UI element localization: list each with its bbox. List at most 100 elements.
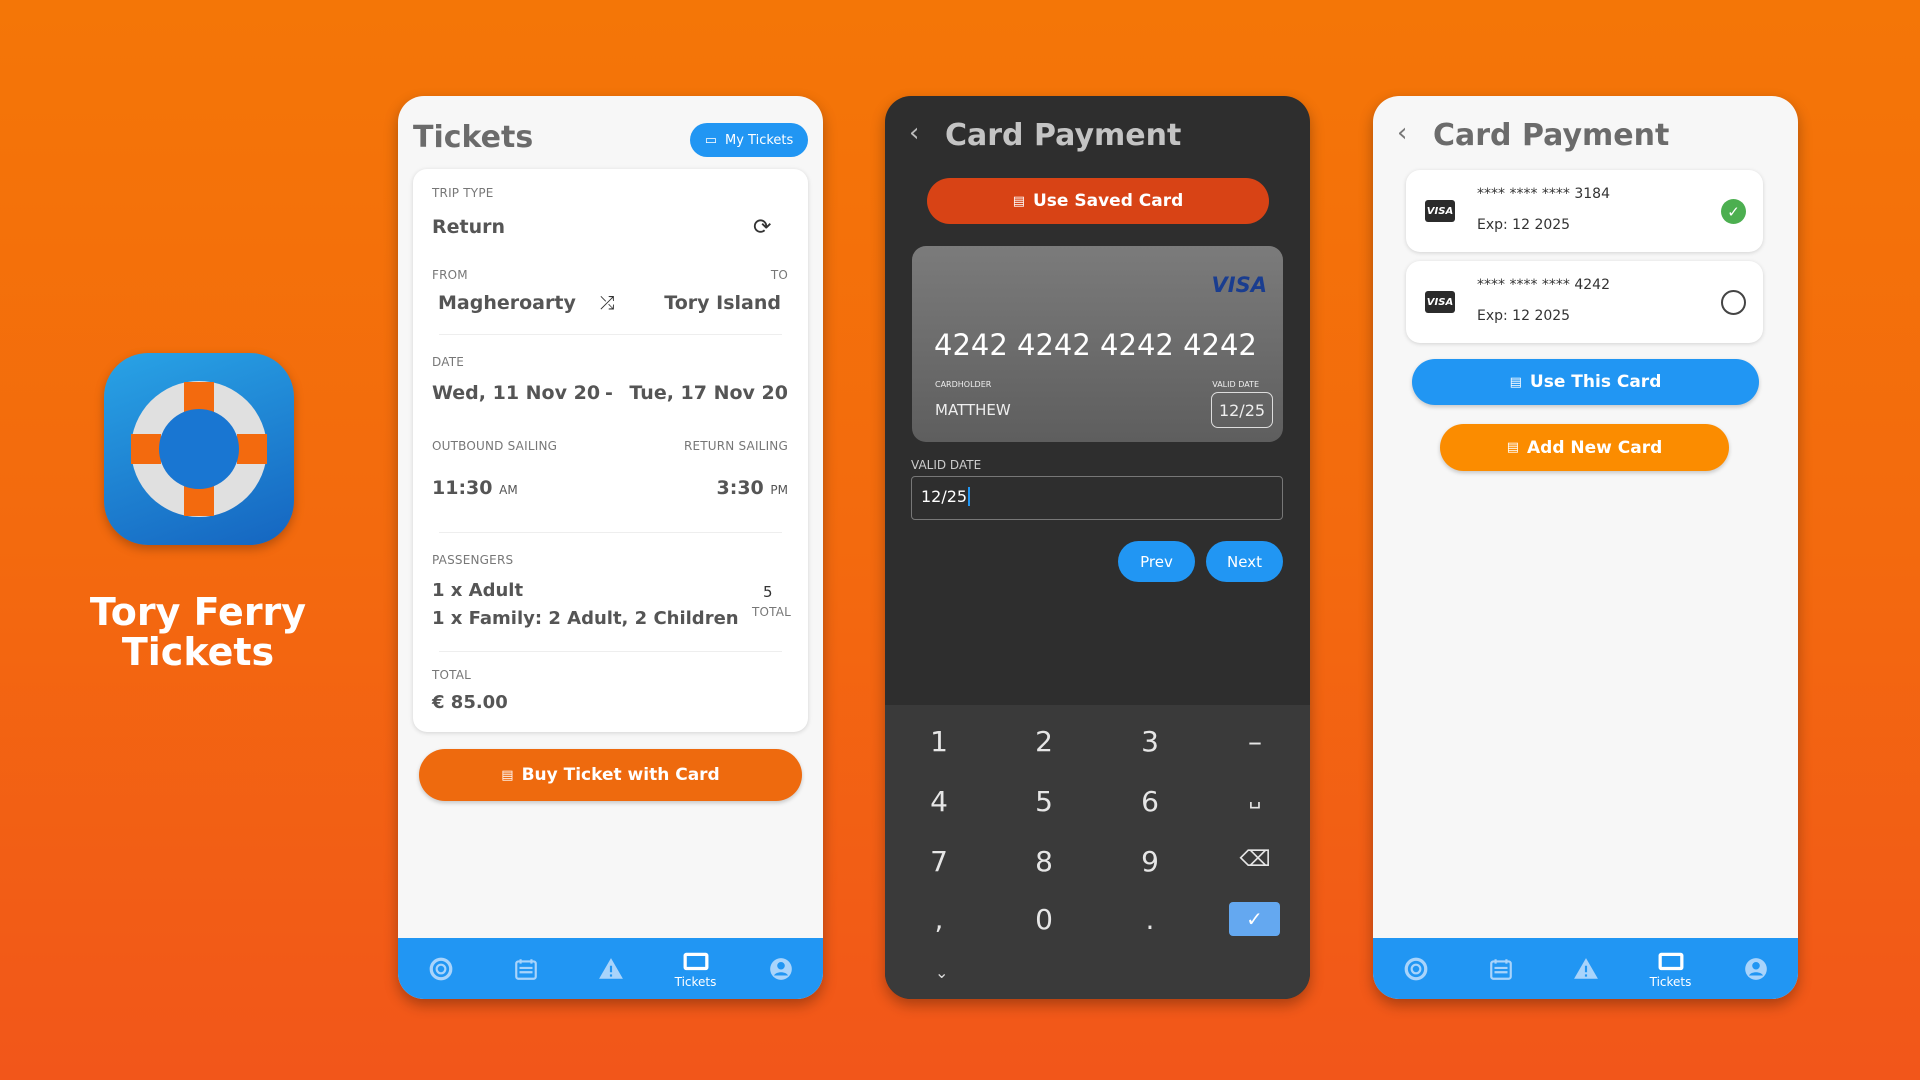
date-from[interactable]: Wed, 11 Nov 20 <box>432 382 600 404</box>
card-entry-screen: ‹ Card Payment ▤ Use Saved Card VISA 4242… <box>885 96 1310 999</box>
add-new-card-button[interactable]: ▤ Add New Card <box>1440 424 1729 471</box>
bottom-nav: Tickets <box>398 938 823 999</box>
use-saved-card-button[interactable]: ▤ Use Saved Card <box>927 178 1269 224</box>
saved-card-item[interactable]: VISA **** **** **** 4242 Exp: 12 2025 <box>1406 261 1763 343</box>
card-expiry: Exp: 12 2025 <box>1477 217 1571 233</box>
visa-badge: VISA <box>1425 291 1455 313</box>
warning-icon <box>598 957 623 979</box>
prev-button[interactable]: Prev <box>1118 541 1195 582</box>
bottom-nav: Tickets <box>1373 938 1798 999</box>
key-0[interactable]: 0 <box>1014 903 1074 936</box>
valid-date-input[interactable]: 12/25 <box>911 476 1283 520</box>
passenger-line[interactable]: 1 x Family: 2 Adult, 2 Children <box>432 608 739 629</box>
passengers-label: PASSENGERS <box>432 553 514 567</box>
swap-icon[interactable]: ⤮ <box>600 293 614 314</box>
credit-card-preview: VISA 4242 4242 4242 4242 CARDHOLDER MATT… <box>912 246 1283 442</box>
passenger-line[interactable]: 1 x Adult <box>432 580 523 601</box>
outbound-label: OUTBOUND SAILING <box>432 439 558 453</box>
divider <box>439 334 782 335</box>
date-to[interactable]: Tue, 17 Nov 20 <box>629 382 788 404</box>
nav-alerts[interactable] <box>581 956 641 982</box>
ticket-icon <box>683 952 708 970</box>
credit-card-icon: ▤ <box>1509 374 1522 390</box>
divider <box>439 651 782 652</box>
nav-account[interactable] <box>1726 956 1786 982</box>
card-number: 4242 4242 4242 4242 <box>934 328 1257 362</box>
ticket-form-card: TRIP TYPE Return ⟳ FROM TO Magheroarty ⤮… <box>413 169 808 732</box>
credit-card-icon: ▤ <box>501 767 514 783</box>
account-icon <box>1744 957 1767 980</box>
nav-schedule[interactable] <box>1471 956 1531 982</box>
lifebuoy-icon <box>1404 957 1427 980</box>
nav-help[interactable] <box>1386 956 1446 982</box>
back-chevron-icon[interactable]: ‹ <box>1397 118 1407 148</box>
ticket-icon: ▭ <box>704 132 717 148</box>
use-this-card-button[interactable]: ▤ Use This Card <box>1412 359 1759 405</box>
page-title: Card Payment <box>1433 118 1670 153</box>
key-9[interactable]: 9 <box>1120 845 1180 878</box>
total-label: TOTAL <box>432 668 472 682</box>
total-value: € 85.00 <box>432 692 508 713</box>
backspace-key[interactable]: ⌫ <box>1225 847 1285 872</box>
calendar-icon <box>514 958 537 980</box>
tickets-screen: Tickets ▭ My Tickets TRIP TYPE Return ⟳ F… <box>398 96 823 999</box>
nav-help[interactable] <box>411 956 471 982</box>
return-time[interactable]: 3:30 PM <box>717 477 788 499</box>
outbound-time[interactable]: 11:30 AM <box>432 477 518 499</box>
visa-badge: VISA <box>1425 200 1455 222</box>
refresh-icon[interactable]: ⟳ <box>753 215 771 240</box>
key-2[interactable]: 2 <box>1014 725 1074 758</box>
app-title: Tory Ferry Tickets <box>89 590 307 674</box>
to-value[interactable]: Tory Island <box>664 292 781 314</box>
cardholder-value: MATTHEW <box>935 401 1011 419</box>
card-number: **** **** **** 4242 <box>1477 277 1610 293</box>
ticket-icon <box>1658 952 1683 970</box>
calendar-icon <box>1489 958 1512 980</box>
valid-date-value: 12/25 <box>1211 392 1273 428</box>
lifebuoy-icon <box>429 957 452 980</box>
page-title: Tickets <box>413 120 534 155</box>
key-1[interactable]: 1 <box>909 725 969 758</box>
return-label: RETURN SAILING <box>683 439 788 453</box>
key-7[interactable]: 7 <box>909 845 969 878</box>
nav-alerts[interactable] <box>1556 956 1616 982</box>
add-card-icon: ▤ <box>1506 440 1519 455</box>
key-comma[interactable]: , <box>909 903 969 936</box>
collapse-keyboard-icon[interactable]: ⌄ <box>935 963 948 982</box>
key-4[interactable]: 4 <box>909 785 969 818</box>
passenger-count-label: TOTAL <box>752 605 792 619</box>
done-key[interactable]: ✓ <box>1229 902 1280 936</box>
date-label: DATE <box>432 355 465 369</box>
key-5[interactable]: 5 <box>1014 785 1074 818</box>
back-chevron-icon[interactable]: ‹ <box>909 118 919 148</box>
key-3[interactable]: 3 <box>1120 725 1180 758</box>
selected-check-icon[interactable]: ✓ <box>1721 199 1746 224</box>
key-space[interactable]: ␣ <box>1225 785 1285 809</box>
key-period[interactable]: . <box>1120 903 1180 936</box>
trip-type-value[interactable]: Return <box>432 216 505 238</box>
my-tickets-button[interactable]: ▭ My Tickets <box>690 123 808 157</box>
to-label: TO <box>770 268 788 282</box>
from-label: FROM <box>432 268 468 282</box>
credit-card-icon: ▤ <box>1012 193 1025 209</box>
passenger-count: 5 <box>763 583 773 601</box>
nav-tickets[interactable]: Tickets <box>1641 949 1701 989</box>
from-value[interactable]: Magheroarty <box>438 292 576 314</box>
key-8[interactable]: 8 <box>1014 845 1074 878</box>
warning-icon <box>1573 957 1598 979</box>
cardholder-label: CARDHOLDER <box>935 380 992 389</box>
visa-logo: VISA <box>1211 273 1267 297</box>
numeric-keypad: 1 2 3 – 4 5 6 ␣ 7 8 9 ⌫ , 0 . ✓ ⌄ <box>885 705 1310 999</box>
nav-tickets[interactable]: Tickets <box>666 949 726 989</box>
key-dash[interactable]: – <box>1225 725 1285 758</box>
next-button[interactable]: Next <box>1206 541 1283 582</box>
nav-account[interactable] <box>751 956 811 982</box>
nav-schedule[interactable] <box>496 956 556 982</box>
field-label: VALID DATE <box>911 458 982 472</box>
valid-date-label: VALID DATE <box>1212 380 1259 389</box>
lifebuoy-logo-icon <box>131 381 267 517</box>
unselected-radio-icon[interactable] <box>1721 290 1746 315</box>
buy-ticket-button[interactable]: ▤ Buy Ticket with Card <box>419 749 802 801</box>
key-6[interactable]: 6 <box>1120 785 1180 818</box>
saved-card-item[interactable]: VISA **** **** **** 3184 Exp: 12 2025 ✓ <box>1406 170 1763 252</box>
